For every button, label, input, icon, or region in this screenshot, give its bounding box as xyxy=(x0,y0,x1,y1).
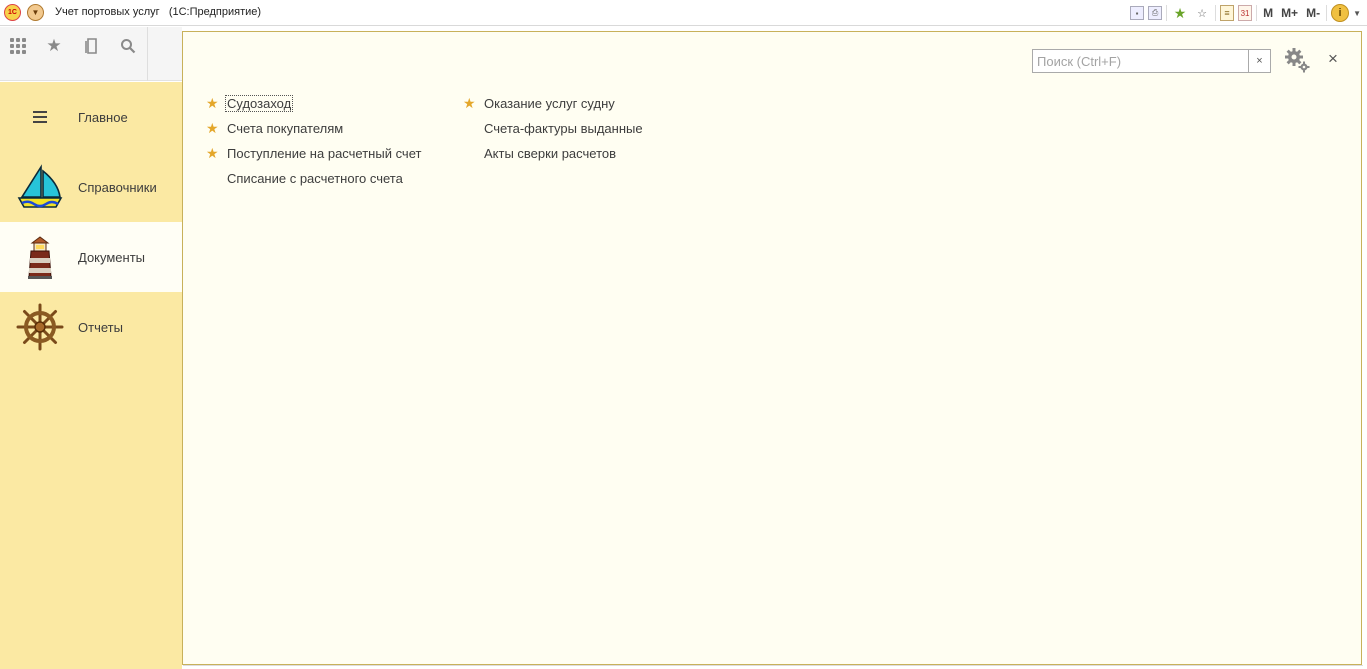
chevron-down-icon[interactable]: ▼ xyxy=(1353,9,1361,18)
favorite-star-icon: ★ xyxy=(206,119,219,136)
section-content-panel: × × ★ Судозаход ★ Счета покупателям ★ xyxy=(182,31,1362,665)
sidebar-item-label: Отчеты xyxy=(78,319,123,335)
favorite-star-icon: ★ xyxy=(463,94,476,111)
sidebar-item-main[interactable]: Главное xyxy=(0,82,182,152)
sidebar-item-catalogs[interactable]: Справочники xyxy=(0,152,182,222)
chevron-down-icon: ▼ xyxy=(31,8,40,17)
memory-plus-button[interactable]: M+ xyxy=(1279,4,1300,22)
separator xyxy=(1256,5,1258,21)
main-menu-button[interactable]: ▼ xyxy=(27,4,44,21)
sidebar-toolbar: ★ xyxy=(0,27,182,81)
app-logo-icon[interactable]: 1С xyxy=(4,4,21,21)
sidebar-item-label: Справочники xyxy=(78,179,157,195)
gear-icon[interactable] xyxy=(1283,46,1311,74)
close-icon[interactable]: × xyxy=(1324,49,1342,69)
history-icon[interactable] xyxy=(82,36,102,56)
print-icon[interactable]: ⎙ xyxy=(1148,6,1163,20)
command-link[interactable]: Счета-фактуры выданные xyxy=(483,118,644,138)
save-icon[interactable]: ▪ xyxy=(1130,6,1145,20)
command-label[interactable]: Оказание услуг судну xyxy=(483,96,616,111)
star-icon[interactable]: ★ xyxy=(44,36,64,56)
title-bar: 1С ▼ Учет портовых услуг (1С:Предприятие… xyxy=(0,0,1367,26)
notes-icon[interactable]: ≡ xyxy=(1220,5,1235,21)
memory-button[interactable]: M xyxy=(1261,4,1275,22)
separator xyxy=(1326,5,1328,21)
sections-panel: Главное Справочники Документы Отчеты xyxy=(0,82,182,669)
command-link[interactable]: ★ Оказание услуг судну xyxy=(463,93,616,113)
favorites-icon[interactable]: ☆ xyxy=(1193,4,1211,22)
sailboat-icon xyxy=(16,163,64,211)
search-clear-button[interactable]: × xyxy=(1248,50,1270,72)
bottom-border xyxy=(183,665,1363,669)
search-input[interactable] xyxy=(1033,50,1248,72)
command-label[interactable]: Поступление на расчетный счет xyxy=(226,146,422,161)
command-label[interactable]: Списание с расчетного счета xyxy=(226,171,404,186)
separator xyxy=(1215,5,1217,21)
command-link[interactable]: ★ Судозаход xyxy=(206,93,294,113)
window-title: Учет портовых услуг (1С:Предприятие) xyxy=(55,6,262,18)
command-label[interactable]: Счета-фактуры выданные xyxy=(483,121,644,136)
menu-lines-icon xyxy=(16,93,64,141)
favorite-star-icon: ★ xyxy=(206,94,219,111)
command-link[interactable]: ★ Поступление на расчетный счет xyxy=(206,143,422,163)
separator xyxy=(1166,5,1168,21)
titlebar-tools: ▪ ⎙ ★ ☆ ≡ 31 M M+ M- i ▼ xyxy=(1130,3,1361,23)
lighthouse-icon xyxy=(16,233,64,281)
calendar-icon[interactable]: 31 xyxy=(1238,5,1253,21)
memory-minus-button[interactable]: M- xyxy=(1304,4,1322,22)
search-box: × xyxy=(1032,49,1271,73)
command-link[interactable]: ★ Счета покупателям xyxy=(206,118,344,138)
command-link[interactable]: Акты сверки расчетов xyxy=(483,143,617,163)
sidebar-item-reports[interactable]: Отчеты xyxy=(0,292,182,362)
sidebar-item-label: Главное xyxy=(78,109,128,125)
favorite-star-icon: ★ xyxy=(206,144,219,161)
command-link[interactable]: Списание с расчетного счета xyxy=(226,168,404,188)
command-label[interactable]: Акты сверки расчетов xyxy=(483,146,617,161)
add-favorite-icon[interactable]: ★ xyxy=(1171,4,1189,22)
sidebar-item-documents[interactable]: Документы xyxy=(0,222,182,292)
ship-wheel-icon xyxy=(16,303,64,351)
sidebar-item-label: Документы xyxy=(78,249,146,265)
command-label[interactable]: Судозаход xyxy=(224,94,294,112)
search-icon[interactable] xyxy=(118,36,138,56)
apps-grid-icon[interactable] xyxy=(8,36,28,56)
info-icon[interactable]: i xyxy=(1331,4,1350,22)
command-label[interactable]: Счета покупателям xyxy=(226,121,344,136)
toolbar-divider xyxy=(147,27,148,81)
